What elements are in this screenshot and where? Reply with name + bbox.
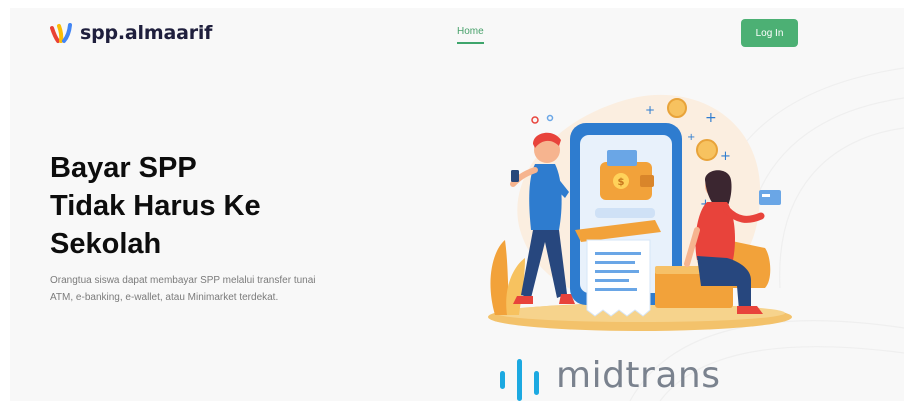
svg-text:+: + bbox=[645, 103, 655, 117]
login-button[interactable]: Log In bbox=[741, 19, 798, 47]
navbar: spp.almaarif Home Log In bbox=[10, 8, 904, 64]
svg-text:$: $ bbox=[618, 177, 625, 188]
svg-text:+: + bbox=[705, 110, 717, 126]
mobile-payment-illustration: $ + + + + + bbox=[488, 94, 792, 331]
midtrans-logo: midtrans bbox=[498, 355, 720, 401]
hero-description-line: ATM, e-banking, e-wallet, atau Minimarke… bbox=[50, 291, 279, 303]
svg-text:+: + bbox=[720, 149, 731, 164]
hero-title-line: Bayar SPP bbox=[50, 152, 197, 184]
brand-name: spp.almaarif bbox=[80, 22, 213, 44]
nav-home-link[interactable]: Home bbox=[457, 26, 484, 44]
hero-title-line: Tidak Harus Ke bbox=[50, 190, 261, 222]
midtrans-wordmark: midtrans bbox=[556, 355, 721, 396]
svg-text:+: + bbox=[687, 132, 695, 143]
hero-description-line: Orangtua siswa dapat membayar SPP melalu… bbox=[50, 275, 316, 286]
hero-title: Bayar SPP Tidak Harus Ke Sekolah bbox=[50, 149, 370, 263]
hero-description: Orangtua siswa dapat membayar SPP melalu… bbox=[50, 273, 340, 306]
midtrans-logo-icon bbox=[500, 359, 539, 401]
almaarif-logo-icon bbox=[50, 23, 72, 43]
page: spp.almaarif Home Log In Bayar SPP Tidak… bbox=[10, 8, 904, 401]
hero-title-line: Sekolah bbox=[50, 228, 162, 260]
brand[interactable]: spp.almaarif bbox=[50, 22, 212, 44]
